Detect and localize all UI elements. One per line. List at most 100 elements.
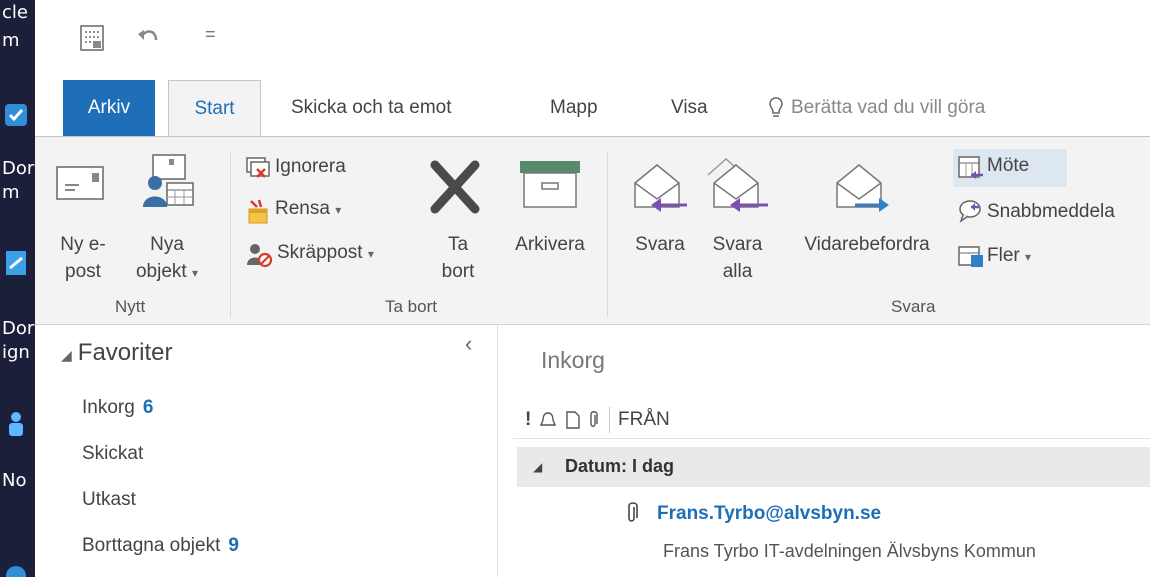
new-email-label-1: Ny e- bbox=[60, 234, 106, 255]
folder-label: Utkast bbox=[82, 489, 136, 510]
collapse-pane-button[interactable]: ‹ bbox=[465, 331, 472, 357]
collapse-triangle-icon: ◢ bbox=[61, 347, 72, 363]
folder-item-drafts[interactable]: Utkast bbox=[82, 489, 136, 511]
clean-up-icon bbox=[248, 199, 268, 224]
archive-box-icon bbox=[520, 161, 580, 208]
group-label-respond: Svara bbox=[891, 297, 936, 316]
desktop-app-icon[interactable] bbox=[2, 248, 30, 278]
reply-all-label-1: Svara bbox=[712, 234, 763, 255]
desktop-label: m bbox=[2, 182, 20, 203]
delete-button[interactable]: Ta bort bbox=[423, 151, 493, 291]
desktop-label: ign bbox=[2, 342, 30, 363]
desktop-label: Dor bbox=[2, 158, 35, 179]
new-items-button[interactable]: Nya objekt ▾ bbox=[127, 151, 207, 291]
meeting-button[interactable]: Möte bbox=[953, 149, 1067, 187]
reply-all-button[interactable]: Svara alla bbox=[700, 151, 775, 291]
date-group-label: Datum: I dag bbox=[565, 456, 675, 476]
meeting-label: Möte bbox=[987, 155, 1030, 176]
attachment-column-icon[interactable] bbox=[587, 410, 599, 430]
list-item[interactable]: Frans.Tyrbo@alvsbyn.se Frans Tyrbo IT-av… bbox=[517, 491, 1150, 577]
delete-x-icon bbox=[430, 160, 480, 214]
folder-label: Inkorg bbox=[82, 397, 135, 418]
from-column-header[interactable]: FRÅN bbox=[618, 409, 670, 431]
reply-icon bbox=[634, 164, 687, 212]
tab-home[interactable]: Start bbox=[168, 80, 261, 137]
ignore-conversation-icon bbox=[246, 157, 270, 178]
new-items-label-1: Nya bbox=[150, 234, 184, 255]
lightbulb-icon bbox=[769, 97, 783, 117]
tab-send-receive[interactable]: Skicka och ta emot bbox=[291, 80, 452, 136]
chevron-down-icon: ▾ bbox=[367, 247, 374, 261]
send-receive-all-icon[interactable] bbox=[79, 24, 105, 52]
reminder-bell-icon[interactable] bbox=[539, 411, 557, 429]
unread-count: 9 bbox=[228, 535, 239, 556]
desktop-label: cle bbox=[2, 2, 28, 23]
new-items-label-2: objekt ▾ bbox=[135, 261, 198, 282]
im-label: Snabbmeddela bbox=[987, 201, 1115, 222]
folder-label: Borttagna objekt bbox=[82, 535, 221, 556]
tell-me-search[interactable]: Berätta vad du vill göra bbox=[767, 80, 985, 136]
forward-icon bbox=[836, 164, 889, 212]
new-email-button[interactable]: Ny e- post bbox=[53, 151, 113, 291]
date-group-header[interactable]: ◢ Datum: I dag bbox=[517, 447, 1150, 487]
tab-file[interactable]: Arkiv bbox=[63, 80, 155, 136]
junk-label: Skräppost ▾ bbox=[277, 242, 374, 263]
sender: Frans.Tyrbo@alvsbyn.se bbox=[657, 503, 882, 524]
desktop-label: Dor bbox=[2, 318, 35, 339]
group-separator bbox=[230, 151, 231, 317]
quick-access-toolbar: = bbox=[35, 0, 1150, 80]
delete-label-2: bort bbox=[441, 261, 475, 282]
undo-icon[interactable] bbox=[136, 26, 160, 48]
list-title: Inkorg bbox=[541, 347, 605, 373]
folder-label: Skickat bbox=[82, 443, 144, 464]
forward-button[interactable]: Vidarebefordra bbox=[783, 151, 951, 291]
new-email-label-2: post bbox=[65, 261, 101, 282]
item-type-icon[interactable] bbox=[565, 411, 581, 429]
group-label-delete: Ta bort bbox=[385, 297, 437, 316]
chevron-down-icon: ▾ bbox=[191, 266, 198, 280]
meeting-icon bbox=[958, 156, 983, 179]
reply-label: Svara bbox=[635, 234, 685, 255]
archive-label: Arkivera bbox=[515, 234, 585, 255]
message-list: Inkorg ! FRÅN ◢ Datum: I dag Frans.Tyrbo… bbox=[499, 325, 1150, 577]
favorites-header[interactable]: ◢ Favoriter bbox=[61, 339, 172, 367]
chevron-down-icon: ▾ bbox=[1025, 250, 1032, 264]
favorites-label: Favoriter bbox=[77, 339, 173, 366]
instant-message-icon bbox=[959, 200, 981, 223]
ribbon-tabs: Arkiv Start Skicka och ta emot Mapp Visa… bbox=[35, 80, 1150, 137]
reply-button[interactable]: Svara bbox=[625, 151, 695, 291]
group-label-new: Nytt bbox=[115, 297, 146, 316]
group-separator bbox=[607, 151, 608, 317]
tab-folder[interactable]: Mapp bbox=[550, 80, 598, 136]
tab-view[interactable]: Visa bbox=[671, 80, 708, 136]
more-respond-label: Fler ▾ bbox=[987, 245, 1032, 266]
clean-up-label: Rensa ▾ bbox=[275, 198, 342, 219]
unread-count: 6 bbox=[142, 397, 154, 418]
folder-item-sent[interactable]: Skickat bbox=[82, 443, 143, 465]
ignore-label: Ignorera bbox=[275, 156, 346, 177]
reply-all-icon bbox=[707, 157, 768, 212]
folder-pane: ◢ Favoriter ‹ Inkorg 6 Skickat Utkast Bort… bbox=[35, 325, 498, 577]
archive-button[interactable]: Arkivera bbox=[505, 151, 595, 291]
tell-me-placeholder: Berätta vad du vill göra bbox=[791, 97, 986, 118]
delete-label-1: Ta bbox=[447, 234, 469, 255]
collapse-triangle-icon: ◢ bbox=[533, 460, 543, 474]
chevron-down-icon: ▾ bbox=[335, 203, 342, 217]
desktop-strip: cle m Dor m Dor ign No bbox=[0, 0, 35, 577]
customize-qat-dropdown[interactable]: = bbox=[205, 24, 216, 45]
new-email-icon bbox=[56, 166, 104, 200]
desktop-app-icon[interactable] bbox=[2, 408, 30, 438]
folder-item-inbox[interactable]: Inkorg 6 bbox=[82, 397, 153, 419]
importance-column[interactable]: ! bbox=[525, 409, 531, 431]
message-preview: Frans Tyrbo IT-avdelningen Älvsbyns Komm… bbox=[663, 541, 1036, 561]
attachment-icon bbox=[628, 502, 638, 522]
desktop-app-icon[interactable] bbox=[2, 100, 30, 130]
new-items-icon bbox=[143, 154, 194, 207]
more-respond-icon bbox=[958, 246, 983, 267]
desktop-app-icon[interactable] bbox=[2, 560, 30, 577]
desktop-label: m bbox=[2, 30, 20, 51]
ribbon: Ny e- post Nya objekt ▾ Nytt Ignorera Re… bbox=[35, 136, 1150, 325]
reply-all-label-2: alla bbox=[722, 261, 753, 282]
folder-item-deleted[interactable]: Borttagna objekt 9 bbox=[82, 535, 239, 557]
column-header-row: ! FRÅN bbox=[513, 401, 1150, 439]
